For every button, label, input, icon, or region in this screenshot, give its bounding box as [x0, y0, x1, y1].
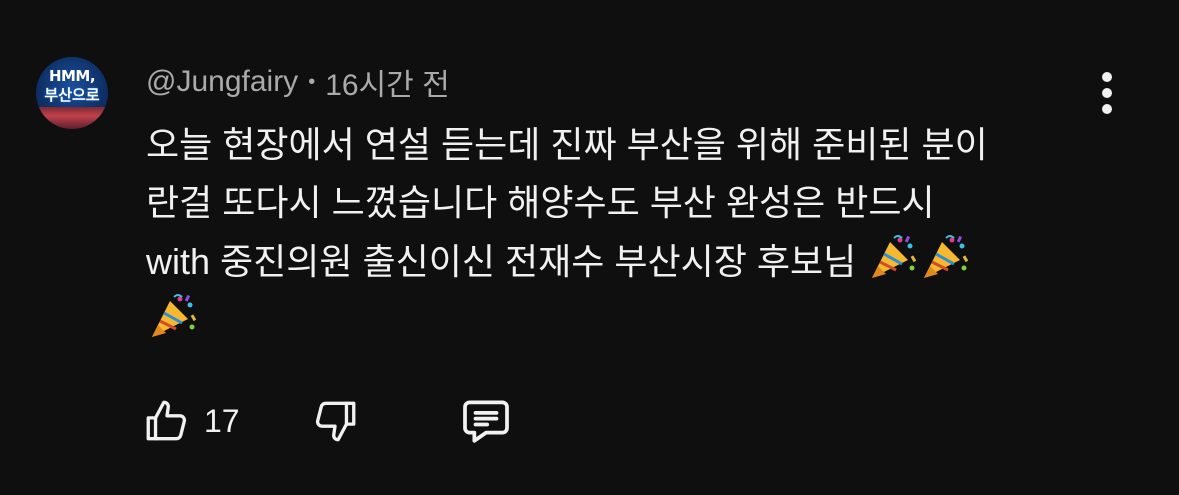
comment-line: 란걸 또다시 느꼈습니다 해양수도 부산 완성은 반드시 [146, 182, 935, 223]
party-popper-emoji [872, 235, 917, 278]
comment-line-emoji [146, 291, 1076, 350]
party-popper-emoji [924, 235, 969, 278]
avatar-banner-decoration [36, 107, 108, 129]
avatar[interactable]: HMM, 부산으로 [36, 57, 108, 129]
comment-icon [463, 400, 509, 443]
timestamp[interactable]: 16시간 전 [325, 60, 450, 104]
dislike-button[interactable] [310, 392, 360, 450]
thumbs-up-icon [146, 400, 187, 441]
comment-line-text: with 중진의원 출신이신 전재수 부산시장 후보님 [146, 241, 857, 282]
thumbs-down-icon [315, 401, 356, 442]
comment-text: 오늘 현장에서 연설 듣는데 진짜 부산을 위해 준비된 분이 란걸 또다시 느… [146, 116, 1076, 350]
avatar-text-bottom: 부산으로 [44, 86, 100, 104]
reply-button[interactable] [458, 392, 514, 450]
like-count: 17 [204, 402, 240, 439]
party-popper-emoji [152, 294, 197, 337]
author-handle[interactable]: @Jungfairy [146, 65, 298, 99]
comment-line: 오늘 현장에서 연설 듣는데 진짜 부산을 위해 준비된 분이 [146, 124, 988, 165]
avatar-text-top: HMM, [48, 67, 96, 85]
meta-separator: • [308, 70, 316, 93]
comment-line-with-emoji: with 중진의원 출신이신 전재수 부산시장 후보님 [146, 232, 1076, 291]
like-button[interactable]: 17 [142, 392, 240, 450]
comment-header: @Jungfairy • 16시간 전 [146, 62, 450, 102]
more-vert-icon[interactable] [1088, 70, 1128, 116]
comment-thread: HMM, 부산으로 @Jungfairy • 16시간 전 오늘 현장에서 연설… [0, 0, 1179, 495]
